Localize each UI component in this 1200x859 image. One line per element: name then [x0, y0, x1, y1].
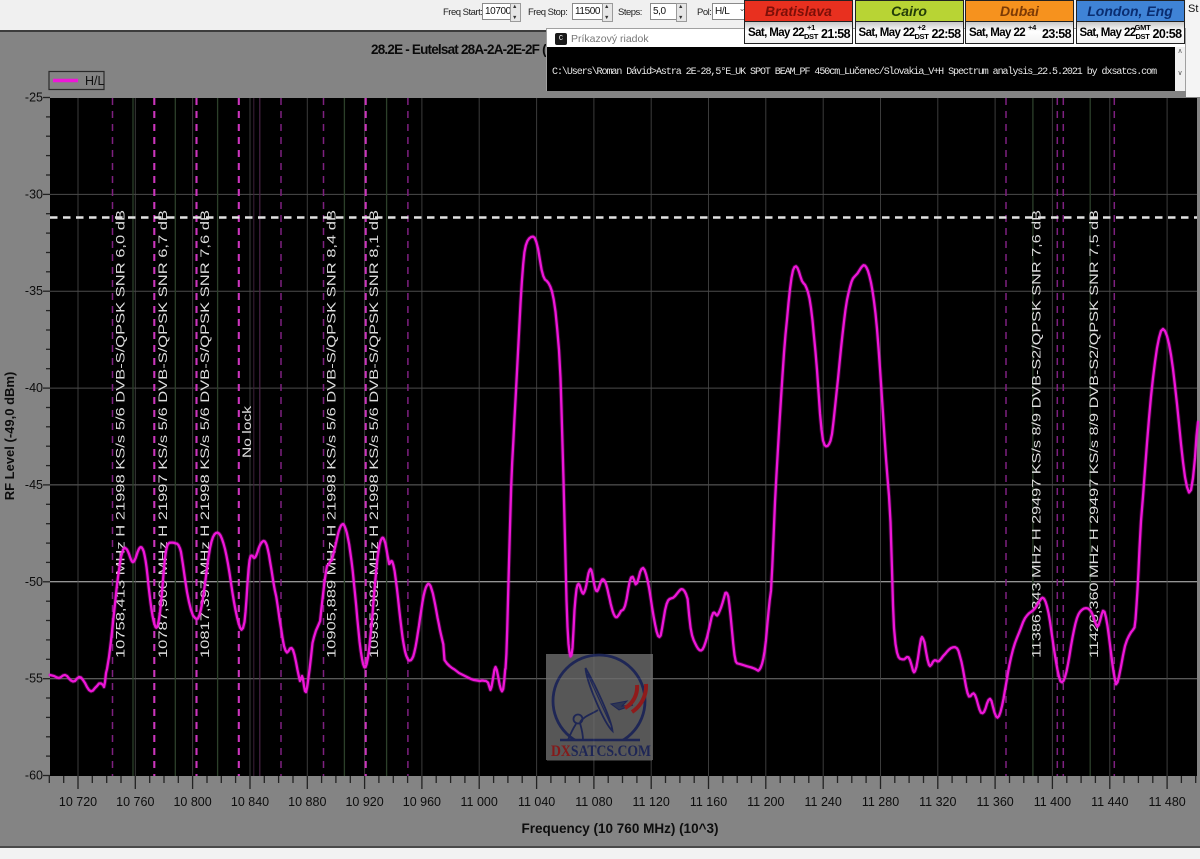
- svg-text:10 760: 10 760: [116, 795, 154, 809]
- svg-text:-50: -50: [25, 575, 43, 589]
- svg-text:Frequency (10 760 MHz) (10^3): Frequency (10 760 MHz) (10^3): [522, 821, 719, 836]
- svg-text:11 160: 11 160: [690, 795, 727, 809]
- svg-text:11 360: 11 360: [976, 795, 1013, 809]
- svg-text:-45: -45: [25, 478, 43, 492]
- svg-text:10 720: 10 720: [59, 795, 97, 809]
- svg-text:11 000: 11 000: [461, 795, 498, 809]
- svg-text:-25: -25: [25, 91, 43, 105]
- svg-text:11386,343 MHz H 29497 KS/s 8: 11386,343 MHz H 29497 KS/s 8/9 DVB-S2/QP…: [1030, 210, 1044, 658]
- svg-text:10 920: 10 920: [345, 795, 383, 809]
- svg-text:11 320: 11 320: [919, 795, 956, 809]
- svg-text:11426,360 MHz H 29497 KS/s 8: 11426,360 MHz H 29497 KS/s 8/9 DVB-S2/QP…: [1087, 210, 1101, 658]
- svg-text:11 200: 11 200: [747, 795, 784, 809]
- svg-text:11 480: 11 480: [1148, 795, 1185, 809]
- svg-text:RF Level (-49,0 dBm): RF Level (-49,0 dBm): [2, 372, 17, 501]
- svg-text:11 080: 11 080: [575, 795, 612, 809]
- svg-text:11 400: 11 400: [1034, 795, 1071, 809]
- svg-text:-40: -40: [25, 381, 43, 395]
- svg-text:-55: -55: [25, 672, 43, 686]
- svg-text:10905,889 MHz H 21998 KS/s 5: 10905,889 MHz H 21998 KS/s 5/6 DVB-S/QPS…: [325, 210, 339, 658]
- svg-text:11 120: 11 120: [633, 795, 670, 809]
- svg-text:11 240: 11 240: [805, 795, 842, 809]
- svg-text:10 880: 10 880: [288, 795, 326, 809]
- svg-text:-60: -60: [25, 769, 43, 783]
- svg-text:No lock: No lock: [240, 405, 254, 458]
- svg-text:DXSATCS.COM: DXSATCS.COM: [551, 743, 651, 760]
- svg-text:-30: -30: [25, 187, 43, 201]
- svg-text:11 440: 11 440: [1091, 795, 1128, 809]
- svg-text:11 040: 11 040: [518, 795, 555, 809]
- svg-text:10 840: 10 840: [231, 795, 269, 809]
- svg-text:-35: -35: [25, 284, 43, 298]
- svg-text:11 280: 11 280: [862, 795, 899, 809]
- svg-text:H/L: H/L: [85, 74, 105, 88]
- svg-text:10 960: 10 960: [403, 795, 441, 809]
- svg-text:10 800: 10 800: [173, 795, 211, 809]
